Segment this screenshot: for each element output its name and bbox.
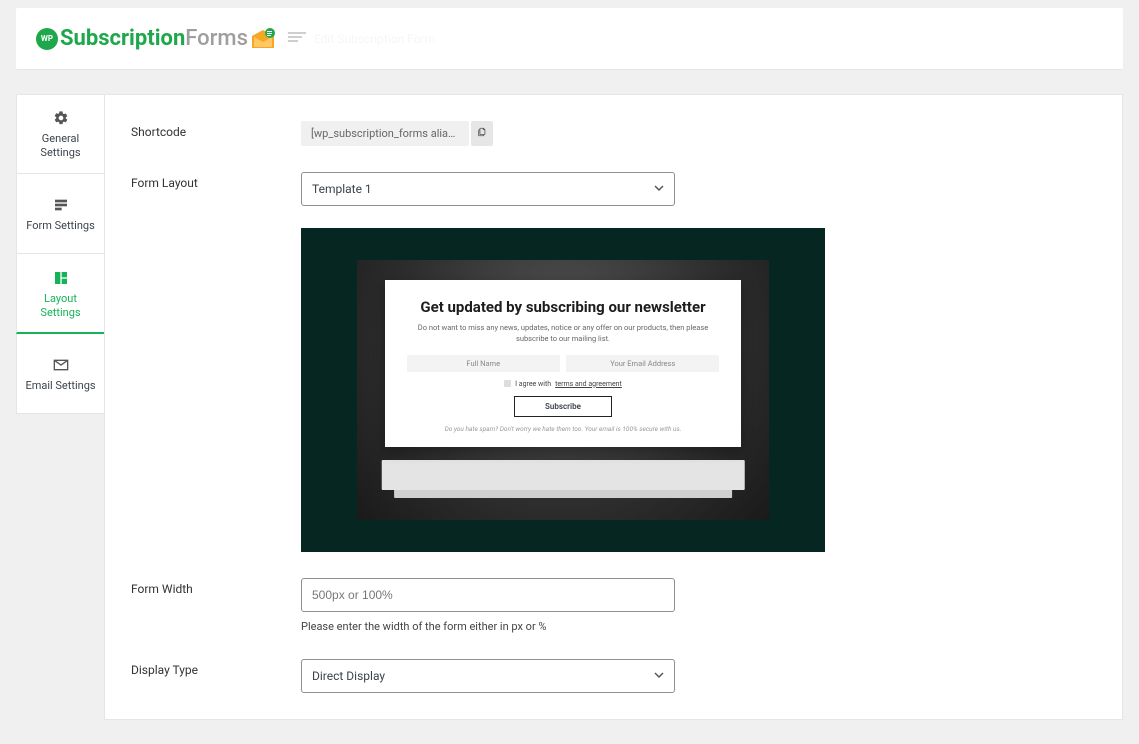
checkbox-icon (504, 380, 511, 387)
preview-subscribe-button: Subscribe (514, 396, 612, 417)
settings-tabs: General Settings Form Settings Layout Se… (16, 94, 104, 720)
preview-shadow-card (382, 460, 745, 490)
envelope-icon (250, 28, 276, 50)
display-type-select[interactable]: Direct Display (301, 659, 675, 693)
preview-email-input: Your Email Address (566, 355, 719, 372)
preview-fullname-input: Full Name (407, 355, 560, 372)
form-width-input[interactable] (301, 578, 675, 612)
tab-label: Form Settings (26, 219, 95, 233)
template-select[interactable]: Template 1 (301, 172, 675, 206)
tab-form-settings[interactable]: Form Settings (16, 174, 104, 254)
preview-form-card: Get updated by subscribing our newslette… (385, 280, 742, 447)
preview-footer-note: Do you hate spam? Don't worry we hate th… (407, 425, 720, 433)
preview-heading: Get updated by subscribing our newslette… (407, 298, 720, 316)
form-width-label: Form Width (131, 578, 301, 633)
tab-label: Email Settings (25, 379, 95, 393)
page-title: Edit Subscription Form (314, 32, 435, 46)
menu-lines-icon (288, 30, 306, 48)
settings-panel: Shortcode [wp_subscription_forms alias="… (104, 94, 1123, 720)
display-type-value: Direct Display (312, 669, 385, 683)
preview-agree-checkbox: I agree with terms and agreement (407, 380, 720, 388)
copy-shortcode-button[interactable] (471, 121, 493, 146)
logo-text: SubscriptionForms (60, 26, 276, 51)
plugin-logo: WP SubscriptionForms (36, 26, 276, 51)
form-layout-label: Form Layout (131, 172, 301, 552)
shortcode-label: Shortcode (131, 121, 301, 146)
chevron-down-icon (654, 669, 664, 683)
shortcode-value[interactable]: [wp_subscription_forms alias="sub... (301, 121, 469, 146)
gear-icon (53, 110, 69, 126)
email-icon (53, 357, 69, 373)
template-select-value: Template 1 (312, 182, 372, 196)
layout-icon (53, 270, 69, 286)
template-preview: Get updated by subscribing our newslette… (301, 228, 825, 552)
tab-label: General Settings (23, 132, 98, 160)
display-type-label: Display Type (131, 659, 301, 693)
tab-general-settings[interactable]: General Settings (16, 94, 104, 174)
tab-email-settings[interactable]: Email Settings (16, 334, 104, 414)
tab-label: Layout Settings (23, 292, 98, 320)
clipboard-icon (477, 126, 487, 142)
header-bar: WP SubscriptionForms Edit Subscription F… (16, 8, 1123, 70)
form-icon (53, 197, 69, 213)
wp-badge-icon: WP (36, 28, 58, 50)
tab-layout-settings[interactable]: Layout Settings (16, 254, 104, 334)
chevron-down-icon (654, 182, 664, 196)
preview-description: Do not want to miss any news, updates, n… (407, 322, 720, 345)
form-width-help: Please enter the width of the form eithe… (301, 620, 1096, 633)
